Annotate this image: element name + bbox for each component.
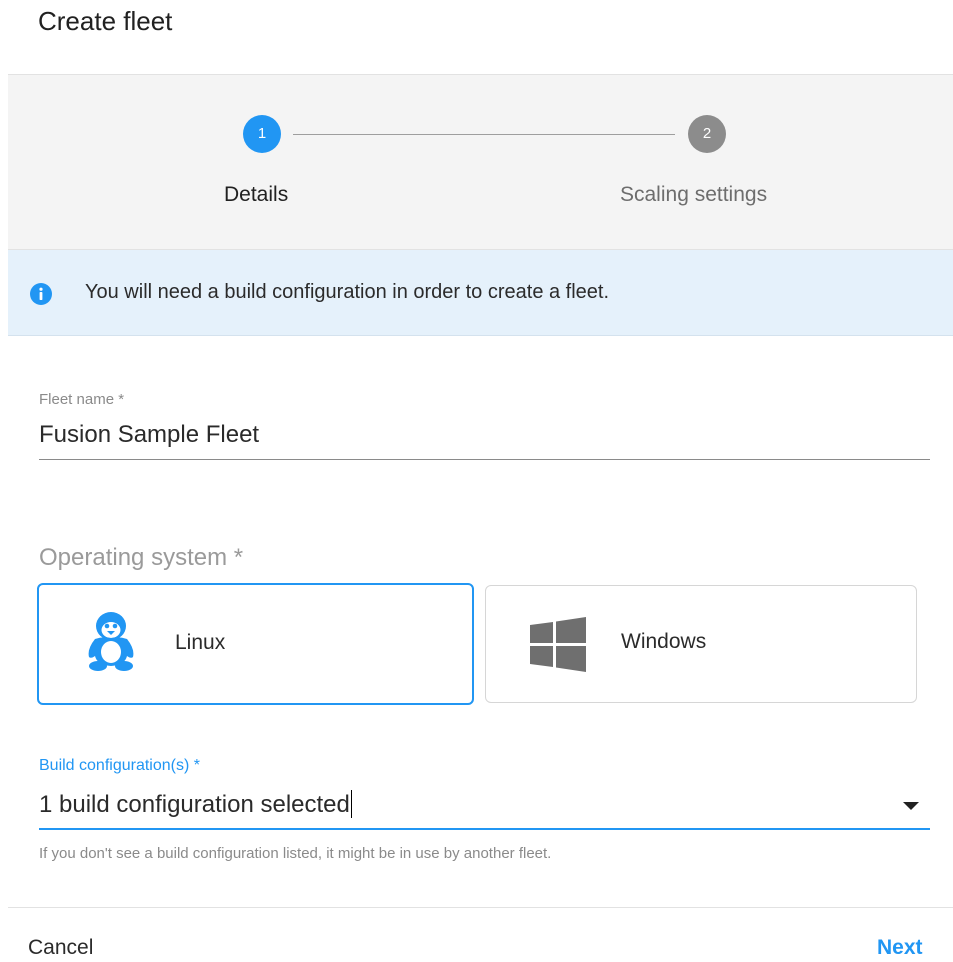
fleet-name-label: Fleet name * [39, 391, 125, 408]
dialog-title: Create fleet [38, 6, 173, 36]
os-option-linux[interactable]: Linux [37, 583, 474, 705]
next-button[interactable]: Next [877, 936, 923, 960]
step-connector [293, 134, 675, 135]
fleet-name-input[interactable]: Fusion Sample Fleet [39, 421, 259, 449]
step-2-label[interactable]: Scaling settings [620, 183, 767, 207]
linux-penguin-icon [88, 612, 134, 671]
info-banner: You will need a build configuration in o… [8, 250, 953, 336]
banner-text: You will need a build configuration in o… [85, 281, 610, 303]
stepper: 1 2 Details Scaling settings [8, 74, 953, 250]
info-icon [30, 283, 52, 305]
fleet-name-underline [39, 459, 930, 460]
cancel-button[interactable]: Cancel [28, 936, 93, 960]
text-caret [350, 790, 352, 818]
create-fleet-dialog: Create fleet 1 2 Details Scaling setting… [0, 0, 953, 962]
build-configuration-helper: If you don't see a build configuration l… [39, 845, 552, 862]
operating-system-label: Operating system * [39, 544, 244, 571]
build-configuration-value: 1 build configuration selected [39, 791, 350, 818]
windows-logo-icon [530, 617, 586, 672]
footer-divider [8, 907, 953, 908]
step-1-label[interactable]: Details [224, 183, 288, 207]
build-configuration-select[interactable]: 1 build configuration selected [39, 790, 352, 819]
os-option-windows-label: Windows [621, 630, 707, 653]
build-configuration-underline [39, 828, 930, 830]
os-option-windows[interactable]: Windows [485, 585, 917, 703]
step-2-indicator[interactable]: 2 [688, 115, 726, 153]
dropdown-arrow-icon[interactable] [903, 802, 919, 810]
os-option-linux-label: Linux [175, 631, 226, 654]
step-1-indicator[interactable]: 1 [243, 115, 281, 153]
build-configuration-label: Build configuration(s) * [39, 757, 200, 774]
